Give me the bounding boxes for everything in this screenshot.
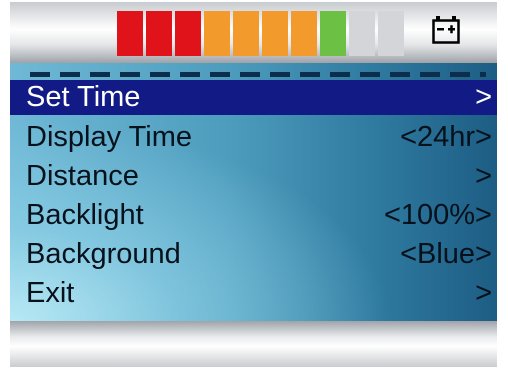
battery-segment: [262, 11, 288, 56]
menu-item-label: Set Time: [26, 81, 141, 113]
battery-segment: [204, 11, 230, 56]
menu-item-label: Background: [26, 238, 181, 270]
battery-segment: [233, 11, 259, 56]
menu-item-distance[interactable]: Distance >: [10, 159, 497, 194]
chevron-right-icon: >: [475, 160, 492, 192]
battery-segment: [146, 11, 172, 56]
menu-item-value: <100%>: [383, 199, 492, 231]
battery-segment: [378, 11, 404, 56]
menu-item-label: Exit: [26, 277, 75, 309]
bottom-bar: [10, 321, 497, 367]
battery-segment: [291, 11, 317, 56]
display-screen: Set Time > Display Time <24hr> Distance …: [10, 2, 497, 367]
menu-item-backlight[interactable]: Backlight <100%>: [10, 198, 497, 233]
menu-item-value: <Blue>: [400, 238, 492, 270]
settings-menu: Set Time > Display Time <24hr> Distance …: [10, 63, 497, 321]
battery-segment: [117, 11, 143, 56]
menu-item-value: <24hr>: [400, 121, 492, 153]
menu-item-label: Display Time: [26, 121, 192, 153]
menu-item-set-time[interactable]: Set Time >: [10, 80, 497, 115]
battery-segment: [349, 11, 375, 56]
battery-segment: [320, 11, 346, 56]
battery-icon: [432, 16, 460, 44]
chevron-right-icon: >: [475, 81, 492, 113]
menu-item-label: Distance: [26, 160, 139, 192]
menu-item-display-time[interactable]: Display Time <24hr>: [10, 120, 497, 155]
battery-level-bar: [117, 11, 404, 56]
chevron-right-icon: >: [475, 277, 492, 309]
menu-divider: [30, 72, 486, 77]
status-bar: [10, 2, 497, 63]
menu-item-exit[interactable]: Exit >: [10, 276, 497, 311]
menu-item-background[interactable]: Background <Blue>: [10, 237, 497, 272]
battery-segment: [175, 11, 201, 56]
menu-item-label: Backlight: [26, 199, 144, 231]
